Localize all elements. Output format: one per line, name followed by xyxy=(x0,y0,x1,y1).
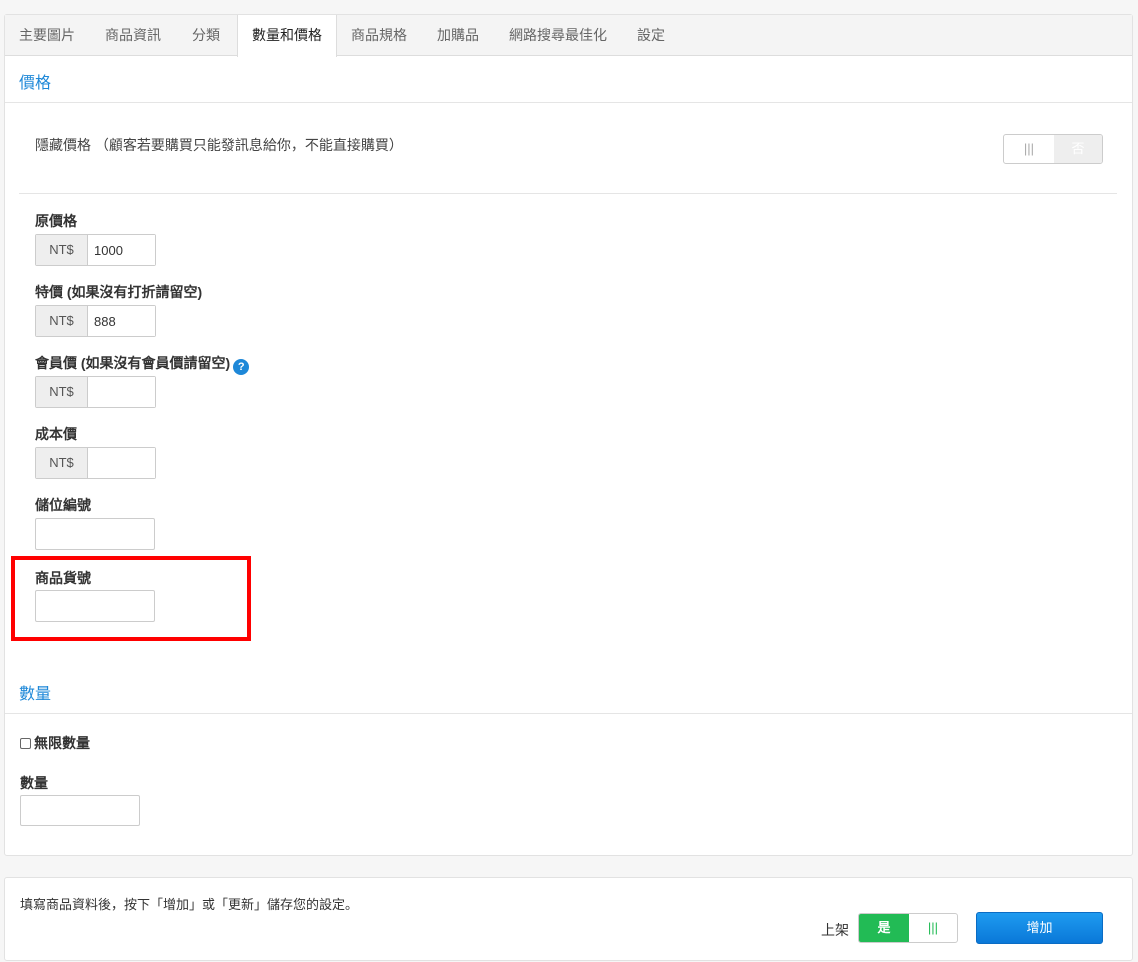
original-price-input[interactable] xyxy=(88,235,155,265)
original-price-label: 原價格 xyxy=(35,213,77,229)
unlimited-quantity-label: 無限數量 xyxy=(34,735,90,751)
divider xyxy=(19,193,1117,194)
storage-code-input[interactable] xyxy=(35,518,155,550)
highlight-box xyxy=(11,556,251,641)
currency-addon: NT$ xyxy=(36,448,88,478)
shelf-toggle[interactable]: 是 ||| xyxy=(858,913,958,943)
divider xyxy=(5,102,1132,103)
member-price-group: NT$ xyxy=(35,376,156,408)
tab-quantity-price[interactable]: 數量和價格 xyxy=(237,15,337,57)
currency-addon: NT$ xyxy=(36,377,88,407)
tab-bar: 主要圖片 商品資訊 分類 數量和價格 商品規格 加購品 網路搜尋最佳化 設定 xyxy=(5,15,1132,57)
add-button[interactable]: 增加 xyxy=(976,912,1103,944)
tab-category[interactable]: 分類 xyxy=(178,15,234,56)
shelf-on-label: 是 xyxy=(859,914,909,942)
member-price-input[interactable] xyxy=(88,377,155,407)
member-price-label-row: 會員價 (如果沒有會員價請留空)? xyxy=(35,353,250,375)
hide-price-toggle[interactable]: ||| 否 xyxy=(1003,134,1103,164)
storage-code-label: 儲位編號 xyxy=(35,497,91,513)
tab-seo[interactable]: 網路搜尋最佳化 xyxy=(495,15,621,56)
tab-addon-products[interactable]: 加購品 xyxy=(423,15,493,56)
save-hint-text: 填寫商品資料後，按下「增加」或「更新」儲存您的設定。 xyxy=(20,897,359,912)
currency-addon: NT$ xyxy=(36,306,88,336)
cost-price-input[interactable] xyxy=(88,448,155,478)
tab-settings[interactable]: 設定 xyxy=(623,15,679,56)
product-edit-card: 主要圖片 商品資訊 分類 數量和價格 商品規格 加購品 網路搜尋最佳化 設定 價… xyxy=(4,14,1133,856)
quantity-label: 數量 xyxy=(20,775,48,791)
cost-price-group: NT$ xyxy=(35,447,156,479)
quantity-section-title: 數量 xyxy=(19,686,52,703)
toggle-off-label: 否 xyxy=(1054,135,1102,163)
unlimited-quantity-checkbox-row[interactable]: 無限數量 xyxy=(20,733,90,753)
unlimited-quantity-checkbox[interactable] xyxy=(20,737,31,749)
special-price-label: 特價 (如果沒有打折請留空) xyxy=(35,284,203,300)
cost-price-label: 成本價 xyxy=(35,426,77,442)
toggle-handle-icon: ||| xyxy=(1023,141,1035,156)
original-price-group: NT$ xyxy=(35,234,156,266)
divider xyxy=(5,713,1132,714)
price-section-title: 價格 xyxy=(19,75,52,92)
shelf-label: 上架 xyxy=(821,922,849,938)
save-footer: 填寫商品資料後，按下「增加」或「更新」儲存您的設定。 上架 是 ||| 增加 xyxy=(4,877,1133,961)
quantity-input[interactable] xyxy=(20,795,140,826)
currency-addon: NT$ xyxy=(36,235,88,265)
toggle-handle-icon: ||| xyxy=(927,920,939,935)
member-price-label: 會員價 (如果沒有會員價請留空) xyxy=(35,355,231,371)
tab-specifications[interactable]: 商品規格 xyxy=(337,15,421,56)
question-circle-icon[interactable]: ? xyxy=(233,359,250,375)
hide-price-label: 隱藏價格 （顧客若要購買只能發訊息給你，不能直接購買） xyxy=(35,137,403,153)
tab-main-images[interactable]: 主要圖片 xyxy=(5,15,89,56)
special-price-input[interactable] xyxy=(88,306,155,336)
tab-product-info[interactable]: 商品資訊 xyxy=(91,15,175,56)
special-price-group: NT$ xyxy=(35,305,156,337)
